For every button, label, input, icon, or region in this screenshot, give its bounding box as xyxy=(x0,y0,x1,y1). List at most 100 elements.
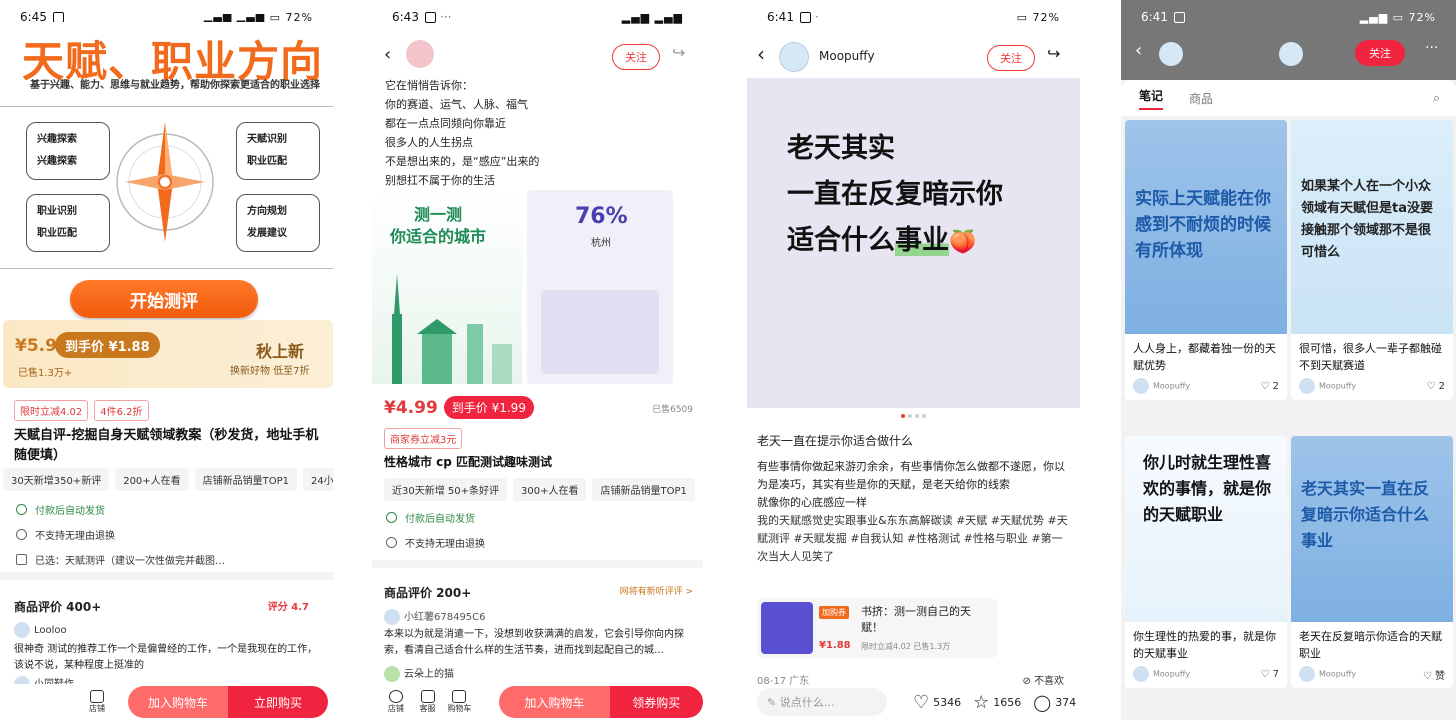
avatar[interactable] xyxy=(406,40,434,68)
back-arrow-icon[interactable]: ‹ xyxy=(757,42,765,66)
app-notification-icon xyxy=(1173,12,1185,23)
service-no-return[interactable]: 不支持无理由退换 xyxy=(386,535,485,550)
coupon-row[interactable]: 限时立减4.02 4件6.2折 xyxy=(14,400,155,421)
chip-talent: 天赋识别 职业匹配 xyxy=(236,122,320,180)
comment-icon[interactable]: ◯ xyxy=(1033,693,1051,712)
chat-icon xyxy=(420,690,435,703)
review-count: 商品评价 200+ xyxy=(384,586,472,600)
service-no-return[interactable]: 不支持无理由退换 xyxy=(16,527,321,542)
status-icons: ▂▄▆ ▂▄▆ xyxy=(621,10,683,24)
app-notification-icon xyxy=(424,12,436,23)
add-to-cart-button[interactable]: 加入购物车 xyxy=(499,686,610,718)
hashtags[interactable]: 我的天赋感觉史实跟事业&东东高解碳读 #天赋 #天赋优势 #天赋测评 #天赋发掘… xyxy=(757,512,1068,566)
like-count: 7 xyxy=(1272,668,1279,680)
product-image-city[interactable]: 测一测 你适合的城市 xyxy=(372,190,522,384)
buy-now-button[interactable]: 立即购买 xyxy=(228,686,328,718)
tag: 30天新增350+新评 xyxy=(3,468,110,491)
note-meta: Moopuffy ♡ 7 xyxy=(1125,664,1287,688)
review-header[interactable]: 商品评价 200+ 网将有新听评评 > xyxy=(384,584,693,601)
note-card[interactable]: 实际上天赋能在你感到不耐烦的时候有所体现 人人身上，都藏着独一份的天赋优势 Mo… xyxy=(1125,120,1287,400)
username[interactable]: Moopuffy xyxy=(819,49,875,63)
avatar xyxy=(384,609,400,625)
cart-nav[interactable]: 店铺 xyxy=(80,690,114,714)
heart-icon[interactable]: ♡ xyxy=(913,692,929,713)
note-caption: 你生理性的热爱的事，就是你的天赋事业 xyxy=(1133,630,1276,660)
battery-level: 72% xyxy=(1408,10,1436,24)
note-cover: 实际上天赋能在你感到不耐烦的时候有所体现 xyxy=(1125,120,1287,334)
linked-product-card[interactable]: 加购券 书挤：测一测自己的天赋！ ¥1.88 限时立减4.02 已售1.3万 xyxy=(757,598,997,658)
service-auto-ship[interactable]: 付款后自动发货 xyxy=(386,510,485,525)
interaction-bar: ✎ 说点什么… ♡ 5346 ☆ 1656 ◯ 374 xyxy=(747,684,1080,720)
comment-count: 374 xyxy=(1055,695,1077,709)
back-arrow-icon[interactable]: ‹ xyxy=(384,44,391,65)
note-caption: 人人身上，都藏着独一份的天赋优势 xyxy=(1133,342,1276,372)
more-dots: · xyxy=(814,10,819,24)
nav-cart[interactable]: 购物车 xyxy=(444,690,476,714)
note-image[interactable]: 老天其实 一直在反复暗示你 适合什么事业🍑 xyxy=(747,78,1080,408)
box-icon xyxy=(16,554,27,565)
follow-button[interactable]: 关注 xyxy=(1355,40,1405,66)
coupon-tag[interactable]: 4件6.2折 xyxy=(94,400,149,421)
post-text: 它在悄悄告诉你： 你的赛道、运气、人脉、福气 都在一点点同频向你靠近 很多人的人… xyxy=(385,76,539,190)
product-title: 天赋自评-挖掘自身天赋领域教案（秒发货，地址手机随便填） xyxy=(14,428,319,463)
reviewer: 小红薯678495C6 xyxy=(384,608,486,625)
cart-icon xyxy=(452,690,467,703)
deal-price: 到手价 ¥1.88 xyxy=(55,332,160,358)
avatar xyxy=(1299,666,1315,682)
add-to-cart-button[interactable]: 加入购物车 xyxy=(128,686,228,718)
text-line: 很多人的人生拐点 xyxy=(385,136,473,149)
share-icon[interactable]: ↪ xyxy=(672,43,685,62)
start-test-button[interactable]: 开始测评 xyxy=(70,280,258,318)
note-text: 就像你的心底感应一样 xyxy=(757,496,867,509)
image-line: 老天其实 xyxy=(787,133,895,164)
selected-variant[interactable]: 已选：天赋测评（建议一次性做完并截图… xyxy=(16,552,321,567)
promo-title: 秋上新 xyxy=(256,342,305,361)
coupon-tag[interactable]: 商家券立减3元 xyxy=(384,428,463,449)
product-image-result[interactable]: 76% 杭州 xyxy=(527,190,673,384)
note-meta: Moopuffy ♡ 2 xyxy=(1291,376,1453,400)
section-gap xyxy=(0,572,333,580)
panel-product-city: 6:43 ··· ▂▄▆ ▂▄▆ ‹ 关注 ↪ 它在悄悄告诉你： 你的赛道、运气、… xyxy=(372,0,703,720)
app-notification-icon xyxy=(799,12,811,23)
reviewer-name: Looloo xyxy=(34,625,67,636)
nav-label: 购物车 xyxy=(447,704,472,713)
note-card[interactable]: 你儿时就生理性喜欢的事情，就是你的天赋职业 你生理性的热爱的事，就是你的天赋事业… xyxy=(1125,436,1287,688)
buy-with-coupon-button[interactable]: 领券购买 xyxy=(609,686,703,718)
card-meta: 限时立减4.02 已售1.3万 xyxy=(861,642,951,651)
note-title: 老天一直在提示你适合做什么 xyxy=(757,434,914,448)
status-time: 6:41 xyxy=(767,10,794,24)
tab-products[interactable]: 商品 xyxy=(1189,90,1213,107)
tab-notes[interactable]: 笔记 xyxy=(1139,87,1164,110)
more-icon[interactable]: ··· xyxy=(1425,40,1438,56)
follow-button[interactable]: 关注 xyxy=(987,45,1035,71)
star-icon[interactable]: ☆ xyxy=(973,692,989,713)
review-header[interactable]: 商品评价 400+ 评分 4.7 xyxy=(14,598,309,615)
chip-line: 天赋识别 xyxy=(247,134,287,145)
promo-subtitle: 换新好物 低至7折 xyxy=(230,366,310,377)
status-bar: 6:43 ··· ▂▄▆ ▂▄▆ xyxy=(372,0,703,34)
search-icon[interactable]: ⌕ xyxy=(1433,91,1440,106)
nav-service[interactable]: 客服 xyxy=(412,690,444,714)
check-icon xyxy=(16,504,27,515)
status-icons: ▂▄▆ ▭ 72% xyxy=(1359,10,1436,24)
comment-input[interactable]: ✎ 说点什么… xyxy=(757,688,887,716)
service-auto-ship[interactable]: 付款后自动发货 xyxy=(16,502,321,517)
avatar[interactable] xyxy=(1159,42,1183,66)
share-icon[interactable]: ↪ xyxy=(1047,44,1060,63)
chip-line: 职业匹配 xyxy=(247,156,287,167)
coupon-tag[interactable]: 限时立减4.02 xyxy=(14,400,89,421)
product-hero-image[interactable]: 天赋、职业方向 基于兴趣、能力、思维与就业趋势，帮助你探索更适合的职业选择 兴趣… xyxy=(0,22,333,318)
note-card[interactable]: 如果某个人在一个小众领域有天赋但是ta没要接触那个领域那不是很可惜么 很可惜，很… xyxy=(1291,120,1453,400)
text-line: 别想扛不属于你的生活 xyxy=(385,174,495,187)
follow-button[interactable]: 关注 xyxy=(612,44,660,70)
chip-direction: 方向规划 发展建议 xyxy=(236,194,320,252)
image-highlight: 事业 xyxy=(895,225,949,256)
note-card[interactable]: 老天其实一直在反复暗示你适合什么事业 老天在反复暗示你适合的天赋职业 Moopu… xyxy=(1291,436,1453,688)
nav-store[interactable]: 店铺 xyxy=(380,690,412,714)
divider xyxy=(0,268,333,269)
chip-line: 方向规划 xyxy=(247,206,287,217)
review-more-link[interactable]: 网将有新听评评 > xyxy=(620,584,693,601)
back-arrow-icon[interactable]: ‹ xyxy=(1135,40,1142,61)
avatar[interactable] xyxy=(779,42,809,72)
panel-note-detail: 6:41 · ▭ 72% ‹ Moopuffy 关注 ↪ 老天其实 一直在反复暗示… xyxy=(747,0,1080,720)
